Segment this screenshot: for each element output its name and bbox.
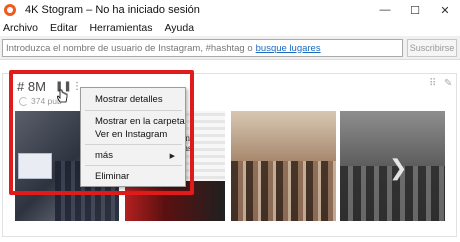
app-logo-icon	[4, 4, 16, 16]
hashtag-title[interactable]: # 8M	[17, 79, 46, 94]
minimize-button[interactable]: —	[370, 0, 400, 20]
thumbnail[interactable]	[231, 111, 336, 221]
context-menu: Mostrar detalles Mostrar en la carpeta V…	[80, 87, 186, 187]
mouse-cursor-icon	[57, 89, 68, 103]
search-places-link[interactable]: busque lugares	[256, 43, 321, 54]
street-crowd-image	[231, 161, 336, 221]
menu-herramientas[interactable]: Herramientas	[89, 22, 152, 34]
protest-sign-image	[18, 153, 52, 179]
loading-spinner-icon	[19, 97, 28, 106]
newspaper-banner-image	[125, 181, 225, 221]
pin-icon[interactable]: ✎	[444, 78, 452, 89]
ctx-more[interactable]: más	[95, 150, 113, 161]
search-placeholder: Introduzca el nombre de usuario de Insta…	[6, 42, 253, 54]
window-title: 4K Stogram – No ha iniciado sesión	[25, 4, 200, 16]
ctx-show-in-folder[interactable]: Mostrar en la carpeta	[95, 116, 185, 127]
maximize-button[interactable]: ☐	[400, 0, 430, 20]
menu-ayuda[interactable]: Ayuda	[164, 22, 194, 34]
ctx-delete[interactable]: Eliminar	[95, 171, 129, 182]
submenu-arrow-icon: ▶	[169, 153, 175, 160]
subscription-card[interactable]: # 8M ❚❚ ⋮ 374 pub ⠿ ✎ y un ms	[2, 73, 457, 237]
menu-bar: Archivo Editar Herramientas Ayuda	[0, 20, 460, 36]
subscribe-button[interactable]: Suscribirse	[407, 39, 457, 57]
menu-separator	[85, 110, 182, 111]
ctx-view-on-instagram[interactable]: Ver en Instagram	[95, 129, 167, 140]
ctx-show-details[interactable]: Mostrar detalles	[95, 94, 163, 105]
title-bar: 4K Stogram – No ha iniciado sesión — ☐ ✕	[0, 0, 460, 20]
subscriptions-area: # 8M ❚❚ ⋮ 374 pub ⠿ ✎ y un ms	[0, 61, 460, 242]
menu-editar[interactable]: Editar	[50, 22, 77, 34]
menu-separator	[85, 165, 182, 166]
search-bar: Introduzca el nombre de usuario de Insta…	[0, 36, 460, 60]
search-input[interactable]: Introduzca el nombre de usuario de Insta…	[2, 39, 403, 57]
next-arrow-icon[interactable]: ❯	[389, 155, 407, 181]
drag-handle-icon[interactable]: ⠿	[429, 78, 436, 89]
menu-archivo[interactable]: Archivo	[3, 22, 38, 34]
close-button[interactable]: ✕	[430, 0, 460, 20]
window-controls: — ☐ ✕	[370, 0, 460, 20]
menu-separator	[85, 144, 182, 145]
